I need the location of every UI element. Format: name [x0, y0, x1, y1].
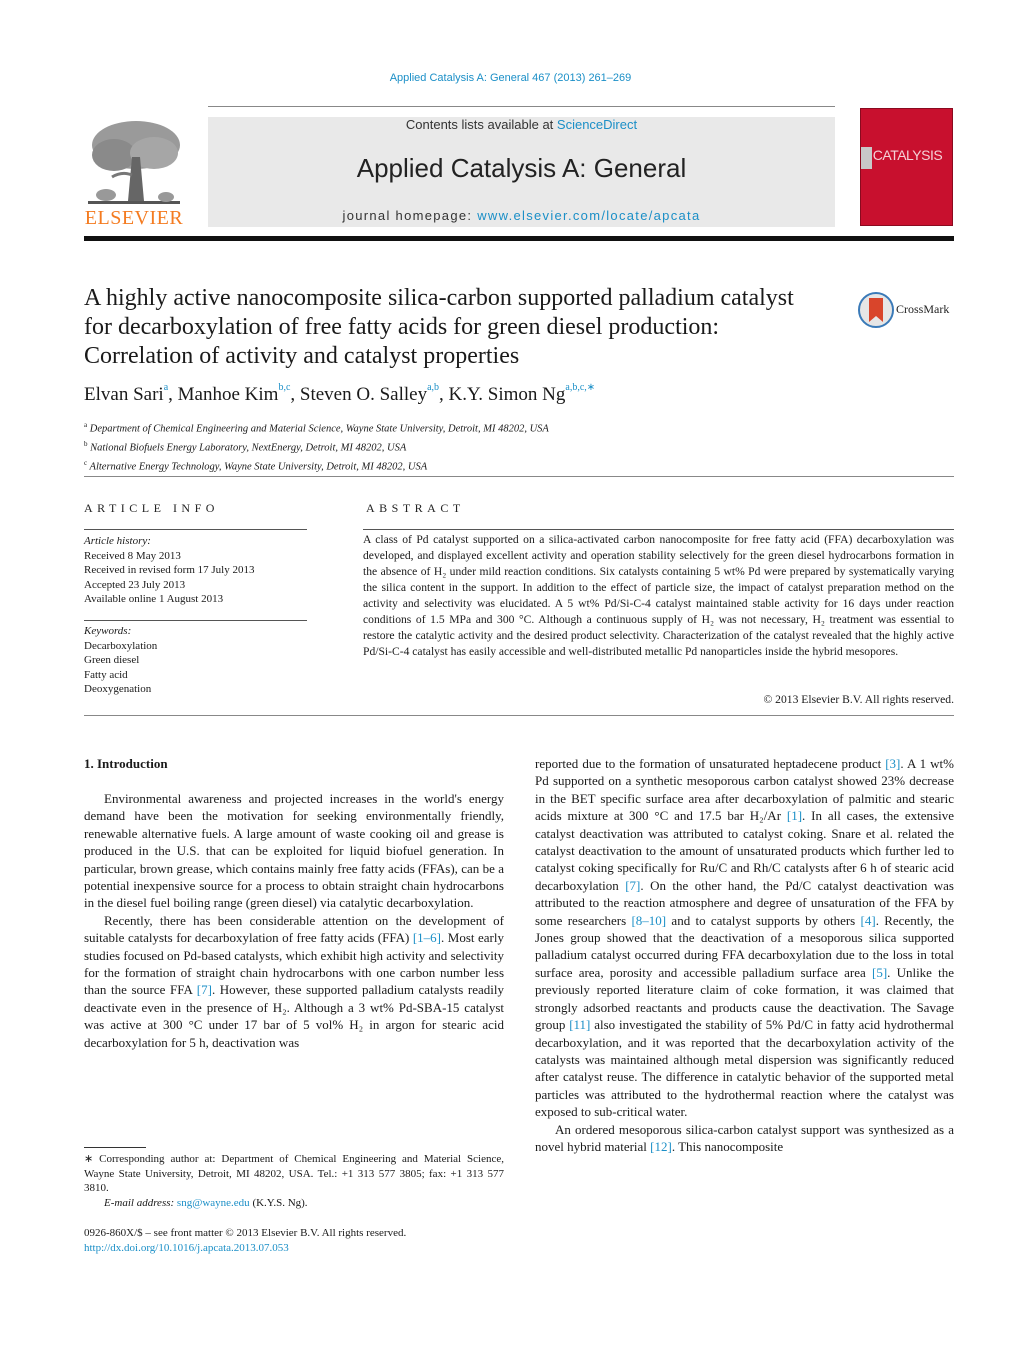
homepage-prefix: journal homepage: [342, 208, 478, 223]
divider [84, 529, 307, 530]
body-paragraph: reported due to the formation of unsatur… [535, 756, 955, 1120]
citation-link[interactable]: [5] [872, 965, 887, 980]
crossmark-button[interactable]: CrossMark [858, 292, 958, 330]
divider [363, 529, 954, 530]
sciencedirect-link[interactable]: ScienceDirect [557, 117, 637, 132]
crossmark-label: CrossMark [896, 302, 950, 316]
keyword: Green diesel [84, 654, 140, 666]
journal-homepage-link[interactable]: www.elsevier.com/locate/apcata [477, 208, 700, 223]
citation-link[interactable]: [4] [861, 913, 876, 928]
affiliations: a Department of Chemical Engineering and… [84, 418, 549, 475]
section-rule [84, 476, 954, 477]
citation-link[interactable]: [8–10] [631, 913, 666, 928]
front-matter: 0926-860X/$ – see front matter © 2013 El… [84, 1226, 406, 1255]
corresponding-author-footnote: ∗ Corresponding author at: Department of… [84, 1152, 504, 1210]
email-link[interactable]: sng@wayne.edu [177, 1197, 250, 1209]
history-item: Accepted 23 July 2013 [84, 578, 186, 591]
email-line: E-mail address: sng@wayne.edu (K.Y.S. Ng… [84, 1196, 504, 1211]
elsevier-tree-icon [88, 121, 180, 204]
elsevier-logo[interactable]: ELSEVIER [84, 117, 184, 229]
history-item: Received 8 May 2013 [84, 549, 181, 562]
crossmark-icon [858, 292, 894, 328]
article-title: A highly active nanocomposite silica-car… [84, 285, 794, 369]
divider [84, 620, 307, 621]
email-suffix: (K.Y.S. Ng). [249, 1196, 308, 1209]
doi-link[interactable]: http://dx.doi.org/10.1016/j.apcata.2013.… [84, 1242, 289, 1254]
affiliation: c Alternative Energy Technology, Wayne S… [84, 459, 428, 473]
journal-homepage-line: journal homepage: www.elsevier.com/locat… [208, 208, 835, 223]
footnote-rule [84, 1147, 146, 1148]
cover-title: CATALYSIS [872, 147, 943, 163]
citation-link[interactable]: [12] [650, 1139, 672, 1154]
body-column-left: Environmental awareness and projected in… [84, 790, 504, 1051]
body-paragraph: Recently, there has been considerable at… [84, 912, 504, 1050]
keyword: Decarboxylation [84, 639, 158, 652]
author[interactable]: Steven O. Salleya,b [300, 382, 439, 405]
body-column-right: reported due to the formation of unsatur… [535, 755, 954, 1155]
history-item: Available online 1 August 2013 [84, 593, 224, 605]
keyword: Deoxygenation [84, 683, 152, 695]
keywords-label: Keywords: [84, 625, 132, 637]
citation-link[interactable]: [3] [885, 756, 900, 771]
contents-available-line: Contents lists available at ScienceDirec… [208, 117, 835, 132]
header-thick-rule [84, 236, 954, 241]
history-label: Article history: [84, 535, 151, 547]
abstract-heading: ABSTRACT [366, 501, 465, 515]
history-item: Received in revised form 17 July 2013 [84, 564, 255, 576]
affiliation: b National Biofuels Energy Laboratory, N… [84, 440, 407, 454]
section-heading-introduction: 1. Introduction [84, 756, 168, 771]
citation-link[interactable]: [7] [197, 982, 212, 997]
author-list: Elvan Saria, Manhoe Kimb,c, Steven O. Sa… [84, 382, 596, 405]
article-history: Article history: Received 8 May 2013 Rec… [84, 534, 254, 607]
header-rule [208, 106, 835, 107]
body-paragraph: An ordered mesoporous silica-carbon cata… [535, 1121, 954, 1154]
front-matter-notice: 0926-860X/$ – see front matter © 2013 El… [84, 1227, 407, 1239]
author[interactable]: Manhoe Kimb,c [178, 382, 291, 405]
contents-prefix: Contents lists available at [405, 117, 557, 132]
keyword: Fatty acid [84, 668, 128, 681]
journal-cover-thumbnail[interactable]: CATALYSIS [860, 108, 953, 226]
journal-title: Applied Catalysis A: General [356, 153, 687, 183]
journal-masthead: Contents lists available at ScienceDirec… [208, 117, 835, 227]
citation-link[interactable]: [11] [569, 1017, 590, 1032]
keywords: Keywords: Decarboxylation Green diesel F… [84, 624, 157, 697]
citation-link[interactable]: [1–6] [413, 930, 441, 945]
affiliation: a Department of Chemical Engineering and… [84, 421, 549, 435]
author[interactable]: K.Y. Simon Nga,b,c,∗ [449, 382, 596, 405]
section-rule [84, 715, 954, 716]
corresponding-author-note: ∗ Corresponding author at: Department of… [84, 1153, 504, 1194]
citation-link[interactable]: [1] [787, 808, 802, 823]
journal-reference-link[interactable]: Applied Catalysis A: General 467 (2013) … [0, 72, 1021, 84]
email-label: E-mail address: [104, 1196, 177, 1209]
elsevier-wordmark: ELSEVIER [84, 207, 184, 229]
abstract-text: A class of Pd catalyst supported on a si… [363, 533, 954, 658]
citation-link[interactable]: [7] [625, 878, 640, 893]
body-paragraph: Environmental awareness and projected in… [84, 791, 504, 911]
article-info-heading: ARTICLE INFO [84, 501, 219, 515]
author[interactable]: Elvan Saria [84, 382, 168, 405]
abstract-copyright: © 2013 Elsevier B.V. All rights reserved… [763, 693, 954, 706]
